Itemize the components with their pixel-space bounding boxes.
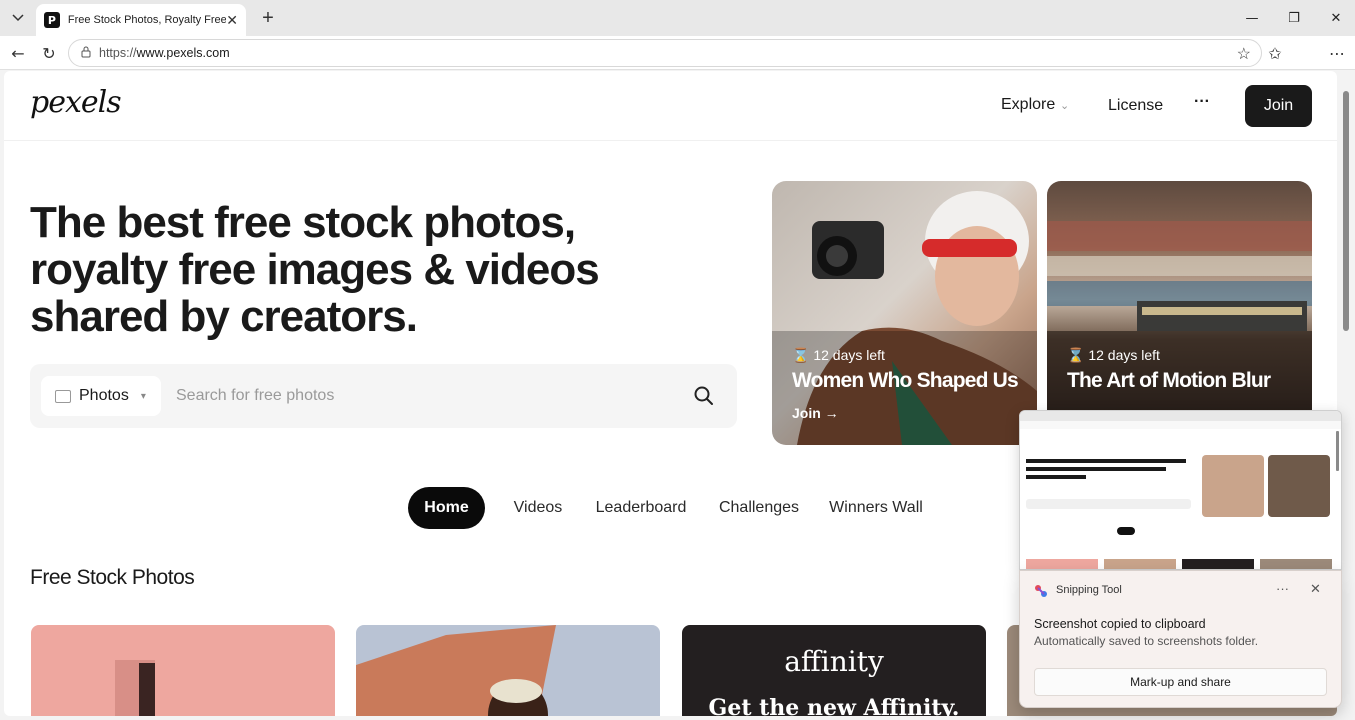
time-left-text: 12 days left xyxy=(1088,347,1160,363)
pexels-logo[interactable]: pexels xyxy=(30,85,122,120)
search-type-label: Photos xyxy=(79,387,129,404)
plus-icon[interactable]: + xyxy=(256,6,280,30)
star-icon[interactable]: ☆ xyxy=(1237,44,1251,64)
tab-winners-wall[interactable]: Winners Wall xyxy=(820,487,932,529)
close-icon[interactable]: ✕ xyxy=(1310,581,1321,597)
search-bar: Photos ▾ xyxy=(30,364,737,428)
challenge-title: The Art of Motion Blur xyxy=(1067,369,1271,392)
address-bar-row: ← ↻ https://www.pexels.com ☆ ✩ ⋯ xyxy=(0,36,1355,70)
image-icon xyxy=(55,389,71,403)
notification-subtitle: Automatically saved to screenshots folde… xyxy=(1034,634,1259,648)
reload-icon[interactable]: ↻ xyxy=(36,41,62,65)
challenge-title: Women Who Shaped Us xyxy=(792,369,1019,392)
search-type-dropdown[interactable]: Photos ▾ xyxy=(41,376,161,416)
hero-title: The best free stock photos, royalty free… xyxy=(30,198,600,341)
pexels-favicon: P xyxy=(44,12,60,28)
license-link[interactable]: License xyxy=(1108,97,1163,115)
favorites-icon[interactable]: ✩ xyxy=(1262,41,1288,65)
affinity-ad[interactable]: affinity Get the new Affinity. xyxy=(682,625,986,716)
chevron-down-icon: ⌄ xyxy=(1060,100,1070,112)
challenge-photo-motion xyxy=(1047,221,1312,445)
ad-brand: affinity xyxy=(784,645,884,678)
more-icon[interactable]: ··· xyxy=(1276,581,1289,596)
photo-tile[interactable] xyxy=(356,625,660,716)
challenge-card-motion-blur[interactable]: ⌛ 12 days left The Art of Motion Blur xyxy=(1047,181,1312,445)
chevron-down-icon: ▾ xyxy=(140,390,146,402)
photo-pink-wall xyxy=(115,660,155,716)
restore-icon[interactable]: ❐ xyxy=(1271,0,1317,36)
back-icon[interactable]: ← xyxy=(5,41,31,65)
browser-tab[interactable]: P Free Stock Photos, Royalty Free Stock … xyxy=(36,4,246,36)
url-text: https://www.pexels.com xyxy=(99,46,230,60)
tab-title: Free Stock Photos, Royalty Free Stock xyxy=(67,14,227,26)
screenshot-preview[interactable] xyxy=(1019,410,1342,570)
minimize-icon[interactable]: — xyxy=(1229,0,1275,36)
lock-icon xyxy=(81,46,91,61)
challenge-card-women[interactable]: ⌛ 12 days left Women Who Shaped Us Join … xyxy=(772,181,1037,445)
url-domain: www.pexels.com xyxy=(136,46,230,60)
close-window-icon[interactable]: ✕ xyxy=(1313,0,1355,36)
photo-container-portrait xyxy=(356,625,556,716)
section-title: Free Stock Photos xyxy=(30,566,195,589)
challenge-time-left: ⌛ 12 days left xyxy=(1067,347,1160,364)
more-menu-icon[interactable]: ··· xyxy=(1194,93,1210,111)
tab-videos[interactable]: Videos xyxy=(500,487,576,529)
close-icon[interactable]: ✕ xyxy=(226,12,238,29)
notification-app-name: Snipping Tool xyxy=(1056,584,1122,596)
snipping-tool-notification: Snipping Tool ··· ✕ Screenshot copied to… xyxy=(1019,570,1342,708)
url-prefix: https:// xyxy=(99,46,137,60)
tab-challenges[interactable]: Challenges xyxy=(708,487,810,529)
browser-tab-strip: P Free Stock Photos, Royalty Free Stock … xyxy=(0,0,1355,36)
screenshot-thumbnail xyxy=(1020,411,1341,569)
tab-home[interactable]: Home xyxy=(408,487,485,529)
more-icon[interactable]: ⋯ xyxy=(1324,41,1350,65)
ad-tagline: Get the new Affinity. xyxy=(708,695,960,716)
site-header: pexels Explore ⌄ License ··· Join xyxy=(4,71,1337,141)
scrollbar-thumb[interactable] xyxy=(1343,91,1349,331)
search-icon[interactable] xyxy=(692,384,716,408)
hourglass-icon: ⌛ xyxy=(1067,347,1085,363)
notification-title: Screenshot copied to clipboard xyxy=(1034,617,1206,631)
challenge-time-left: ⌛ 12 days left xyxy=(792,347,885,364)
markup-and-share-button[interactable]: Mark-up and share xyxy=(1034,668,1327,696)
explore-menu[interactable]: Explore xyxy=(1001,96,1055,114)
time-left-text: 12 days left xyxy=(813,347,885,363)
url-field[interactable]: https://www.pexels.com ☆ xyxy=(68,39,1262,67)
tab-leaderboard[interactable]: Leaderboard xyxy=(585,487,697,529)
challenge-join-link[interactable]: Join → xyxy=(792,405,839,421)
tab-list-icon[interactable] xyxy=(5,5,31,31)
hourglass-icon: ⌛ xyxy=(792,347,810,363)
search-input[interactable] xyxy=(176,384,656,408)
snipping-tool-icon xyxy=(1035,585,1047,597)
photo-tile[interactable] xyxy=(31,625,335,716)
join-button[interactable]: Join xyxy=(1245,85,1312,127)
